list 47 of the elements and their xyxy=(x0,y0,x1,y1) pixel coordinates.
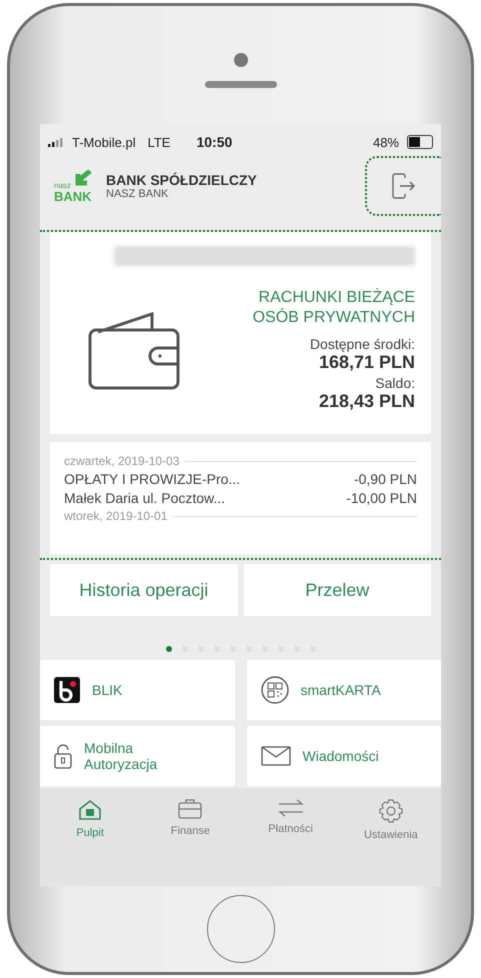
battery-percent: 48% xyxy=(372,134,399,150)
action-button[interactable]: Przelew xyxy=(244,564,431,616)
tab-bar-item[interactable]: Ustawienia xyxy=(340,798,441,878)
clock-time: 10:50 xyxy=(196,134,232,150)
tab-bar-item[interactable]: Płatności xyxy=(240,798,341,878)
transaction-title: Małek Daria ul. Pocztow... xyxy=(64,490,226,506)
transaction-title: OPŁATY I PROWIZJE-Pro... xyxy=(64,471,240,487)
transaction-row[interactable]: Małek Daria ul. Pocztow... -10,00 PLN xyxy=(64,490,417,506)
network-type: LTE xyxy=(148,134,170,150)
account-type: RACHUNKI BIEŻĄCE OSÓB PRYWATNYCH xyxy=(252,288,415,328)
envelope-icon xyxy=(260,746,290,766)
balance-amount: 218,43 PLN xyxy=(318,391,415,412)
history-date: czwartek, 2019-10-03 xyxy=(64,454,180,468)
shortcut-tile[interactable]: Mobilna Autoryzacja xyxy=(40,726,234,786)
bank-logo: nasz BANK xyxy=(54,170,102,202)
briefcase-icon xyxy=(178,799,202,819)
blik-logo-icon xyxy=(54,677,80,703)
qr-code-icon xyxy=(260,676,288,704)
shortcut-tile[interactable]: Wiadomości xyxy=(246,726,441,786)
available-amount: 168,71 PLN xyxy=(318,352,415,373)
action-button[interactable]: Historia operacji xyxy=(50,564,238,616)
speaker-grille xyxy=(204,80,276,88)
logout-button[interactable] xyxy=(365,156,441,216)
logout-icon xyxy=(392,173,416,199)
page-dot[interactable] xyxy=(166,646,172,652)
padlock-icon xyxy=(54,743,72,769)
wallet-icon xyxy=(88,310,180,390)
camera-icon xyxy=(234,52,248,66)
home-button[interactable] xyxy=(206,895,274,963)
carrier-name: T-Mobile.pl xyxy=(72,134,136,150)
tab-bar-item[interactable]: Finanse xyxy=(140,798,240,878)
home-icon xyxy=(78,799,102,821)
battery-icon xyxy=(407,135,433,149)
signal-icon xyxy=(48,138,64,146)
bank-subtitle: NASZ BANK xyxy=(106,188,170,200)
transfer-arrows-icon xyxy=(278,799,304,817)
balance-label: Saldo: xyxy=(375,375,415,391)
settings-icon xyxy=(378,799,403,823)
transaction-amount: -0,90 PLN xyxy=(354,471,417,487)
history-date: wtorek, 2019-10-01 xyxy=(64,509,168,523)
available-label: Dostępne środki: xyxy=(310,336,415,352)
transaction-row[interactable]: OPŁATY I PROWIZJE-Pro... -0,90 PLN xyxy=(64,471,417,487)
transaction-amount: -10,00 PLN xyxy=(346,490,417,506)
shortcut-tile[interactable]: BLIK xyxy=(40,660,234,720)
shortcut-tile[interactable]: smartKARTA xyxy=(246,660,441,720)
bank-name: BANK SPÓŁDZIELCZY xyxy=(106,172,257,188)
tab-bar-item[interactable]: Pulpit xyxy=(40,798,140,878)
